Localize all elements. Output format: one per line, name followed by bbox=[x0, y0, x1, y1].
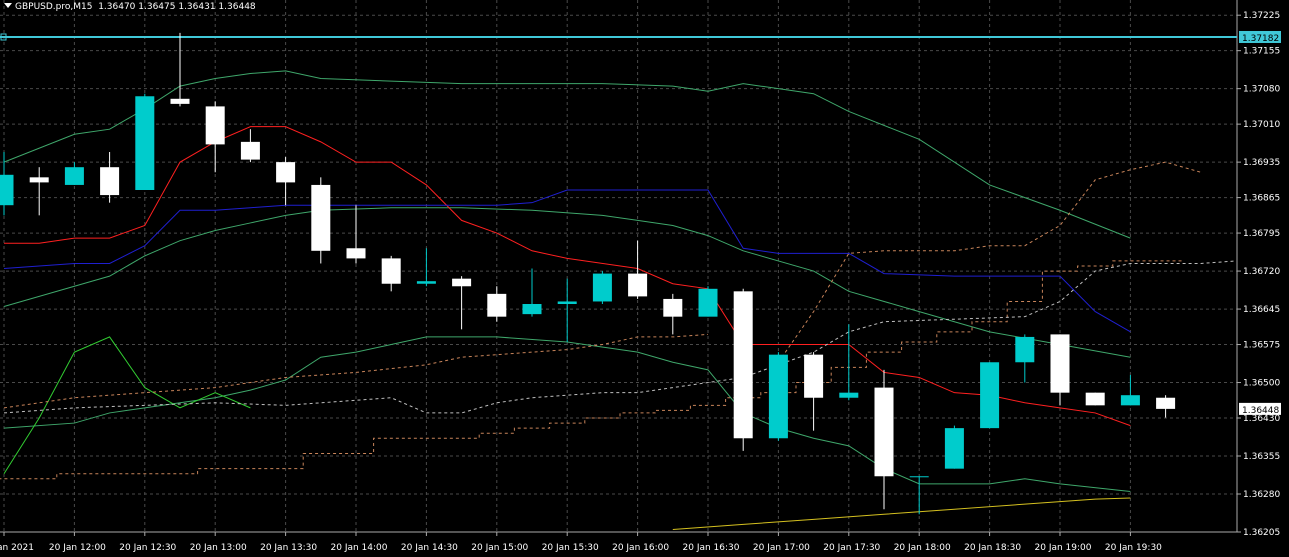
price-chart[interactable]: 1.37225 1.37155 1.37080 1.37010 1.36935 1.368… bbox=[0, 0, 1289, 557]
y-tick-label: 1.36720 bbox=[1243, 267, 1280, 277]
candle-body[interactable] bbox=[733, 291, 753, 439]
level-price-tag: 1.37182 bbox=[1242, 34, 1279, 44]
x-tick-label: 20 Jan 13:30 bbox=[260, 543, 317, 553]
candle-body[interactable] bbox=[909, 476, 929, 478]
x-tick-label: 20 Jan 17:00 bbox=[753, 543, 810, 553]
candle-body[interactable] bbox=[276, 162, 296, 183]
x-tick-label: 20 Jan 15:30 bbox=[542, 543, 599, 553]
candle-body[interactable] bbox=[240, 141, 260, 160]
candle-body[interactable] bbox=[663, 298, 683, 317]
y-tick-label: 1.37155 bbox=[1243, 47, 1280, 57]
candle-body[interactable] bbox=[205, 106, 225, 145]
y-tick-label: 1.36645 bbox=[1243, 305, 1280, 315]
y-tick-label: 1.36280 bbox=[1243, 490, 1280, 500]
y-tick-label: 1.36935 bbox=[1243, 158, 1280, 168]
candle-body[interactable] bbox=[29, 177, 49, 183]
candle-body[interactable] bbox=[346, 248, 366, 259]
y-tick-label: 1.37080 bbox=[1243, 85, 1280, 95]
candle-body[interactable] bbox=[557, 301, 577, 304]
candle-body[interactable] bbox=[311, 184, 331, 251]
candle-body[interactable] bbox=[135, 96, 155, 190]
y-tick-label: 1.36795 bbox=[1243, 229, 1280, 239]
x-tick-label: 20 Jan 19:30 bbox=[1105, 543, 1162, 553]
chart-header: GBPUSD.pro,M15 1.36470 1.36475 1.36431 1… bbox=[4, 2, 256, 12]
x-tick-label: 20 Jan 12:30 bbox=[119, 543, 176, 553]
y-tick-label: 1.36575 bbox=[1243, 341, 1280, 351]
candle-body[interactable] bbox=[804, 354, 824, 398]
candle-body[interactable] bbox=[980, 362, 1000, 429]
y-tick-label: 1.37225 bbox=[1243, 11, 1280, 21]
x-tick-label: 20 Jan 14:30 bbox=[401, 543, 458, 553]
y-tick-label: 1.36355 bbox=[1243, 452, 1280, 462]
candle-body[interactable] bbox=[0, 174, 14, 206]
candle-body[interactable] bbox=[944, 428, 964, 469]
candle-body[interactable] bbox=[100, 167, 120, 196]
candle-body[interactable] bbox=[768, 354, 788, 439]
candle-body[interactable] bbox=[416, 281, 436, 284]
x-tick-label: 20 Jan 2021 bbox=[0, 543, 34, 553]
x-tick-label: 20 Jan 12:00 bbox=[49, 543, 106, 553]
candle-body[interactable] bbox=[698, 288, 718, 317]
candle-body[interactable] bbox=[628, 273, 648, 297]
x-tick-label: 20 Jan 13:00 bbox=[190, 543, 247, 553]
candle-body[interactable] bbox=[487, 293, 507, 317]
candle-body[interactable] bbox=[452, 278, 472, 287]
dropdown-triangle-icon[interactable] bbox=[4, 3, 12, 8]
candle-body[interactable] bbox=[170, 98, 190, 104]
candle-body[interactable] bbox=[874, 387, 894, 477]
y-tick-label: 1.36205 bbox=[1243, 528, 1280, 538]
candle-body[interactable] bbox=[64, 167, 84, 185]
x-tick-label: 20 Jan 18:00 bbox=[894, 543, 951, 553]
y-tick-label: 1.36865 bbox=[1243, 194, 1280, 204]
candle-body[interactable] bbox=[592, 273, 612, 302]
candle-body[interactable] bbox=[839, 392, 859, 398]
chart-window[interactable]: 1.37225 1.37155 1.37080 1.37010 1.36935 1.368… bbox=[0, 0, 1289, 557]
symbol-ohlc-text: GBPUSD.pro,M15 1.36470 1.36475 1.36431 1… bbox=[15, 2, 256, 12]
y-tick-label: 1.37010 bbox=[1243, 120, 1280, 130]
current-price-tag: 1.36448 bbox=[1242, 406, 1279, 416]
candle-body[interactable] bbox=[381, 258, 401, 284]
candle-body[interactable] bbox=[1085, 392, 1105, 406]
x-tick-label: 20 Jan 16:30 bbox=[683, 543, 740, 553]
x-tick-label: 20 Jan 18:30 bbox=[964, 543, 1021, 553]
x-tick-label: 20 Jan 19:00 bbox=[1035, 543, 1092, 553]
candle-body[interactable] bbox=[1120, 395, 1140, 406]
x-tick-label: 20 Jan 15:00 bbox=[471, 543, 528, 553]
candle-body[interactable] bbox=[522, 304, 542, 315]
x-tick-label: 20 Jan 16:00 bbox=[612, 543, 669, 553]
y-tick-label: 1.36500 bbox=[1243, 379, 1280, 389]
x-tick-label: 20 Jan 17:30 bbox=[823, 543, 880, 553]
x-tick-label: 20 Jan 14:00 bbox=[331, 543, 388, 553]
candle-body[interactable] bbox=[1015, 336, 1035, 363]
candle-body[interactable] bbox=[1050, 334, 1070, 393]
candle-body[interactable] bbox=[1156, 397, 1176, 409]
